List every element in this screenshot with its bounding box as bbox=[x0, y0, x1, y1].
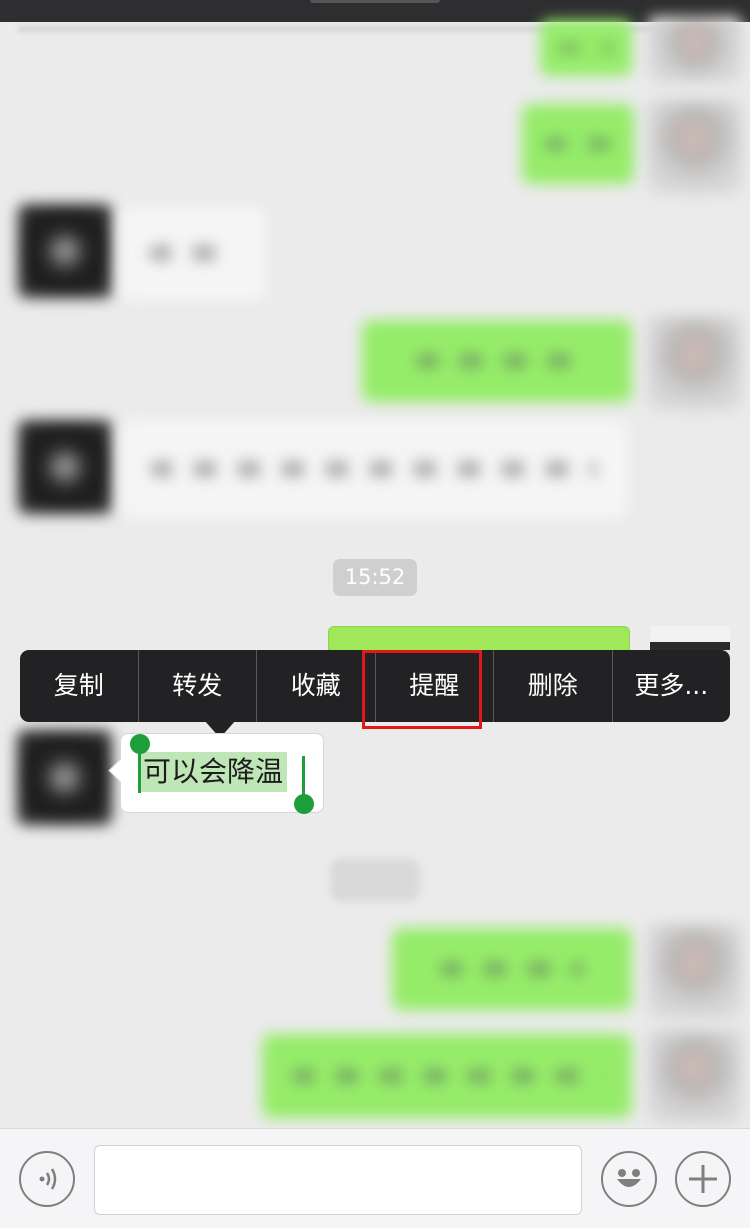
sent-message-bubble[interactable] bbox=[392, 928, 632, 1010]
message-timestamp bbox=[330, 858, 420, 902]
my-avatar[interactable] bbox=[648, 924, 742, 1018]
menu-item-forward[interactable]: 转发 bbox=[139, 650, 257, 722]
menu-item-copy[interactable]: 复制 bbox=[20, 650, 139, 722]
sent-message-bubble[interactable] bbox=[262, 1034, 632, 1118]
chat-input-bar bbox=[0, 1128, 750, 1228]
sent-message-bubble[interactable] bbox=[522, 104, 634, 184]
contact-avatar[interactable] bbox=[17, 730, 112, 825]
contact-avatar[interactable] bbox=[18, 204, 112, 298]
more-button[interactable] bbox=[675, 1151, 731, 1207]
selection-end-handle-knob[interactable] bbox=[294, 794, 314, 814]
my-avatar[interactable] bbox=[648, 16, 742, 82]
message-input[interactable] bbox=[94, 1145, 582, 1215]
menu-item-more[interactable]: 更多... bbox=[613, 650, 731, 722]
contact-avatar[interactable] bbox=[18, 420, 112, 514]
my-avatar[interactable] bbox=[648, 100, 742, 194]
received-message-bubble[interactable] bbox=[120, 206, 266, 300]
my-avatar[interactable] bbox=[648, 1030, 742, 1124]
sent-message-bubble[interactable] bbox=[540, 20, 632, 76]
emoji-icon bbox=[617, 1169, 641, 1187]
menu-item-remind[interactable]: 提醒 bbox=[376, 650, 494, 722]
selection-start-handle-knob[interactable] bbox=[130, 734, 150, 754]
selected-message-text[interactable]: 可以会降温 bbox=[139, 752, 288, 792]
emoji-button[interactable] bbox=[601, 1151, 657, 1207]
status-bar bbox=[0, 0, 750, 22]
menu-item-favorite[interactable]: 收藏 bbox=[257, 650, 376, 722]
voice-button[interactable] bbox=[19, 1151, 75, 1207]
voice-icon bbox=[39, 1168, 57, 1190]
menu-item-delete[interactable]: 删除 bbox=[494, 650, 613, 722]
my-avatar[interactable] bbox=[648, 316, 742, 410]
sent-message-bubble[interactable] bbox=[362, 320, 632, 402]
received-message-bubble[interactable] bbox=[120, 420, 628, 518]
plus-icon bbox=[689, 1165, 717, 1193]
message-timestamp: 15:52 bbox=[333, 559, 417, 596]
message-context-menu: 复制 转发 收藏 提醒 删除 更多... bbox=[20, 650, 730, 722]
status-bar-notch bbox=[310, 0, 440, 3]
